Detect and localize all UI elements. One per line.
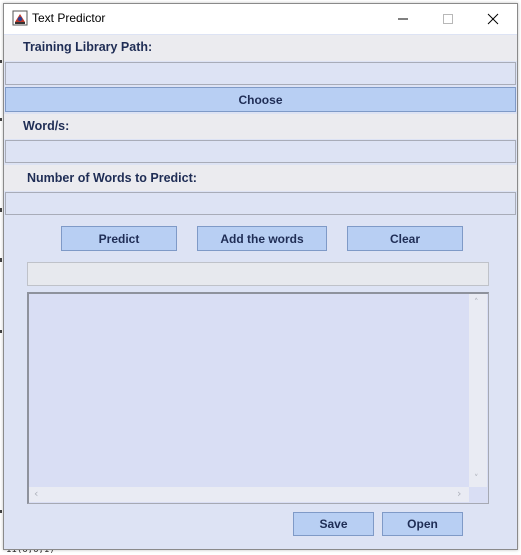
title-bar[interactable]: Text Predictor	[4, 4, 517, 34]
library-path-label: Training Library Path:	[23, 40, 153, 54]
maximize-icon	[443, 14, 453, 24]
close-icon	[487, 13, 499, 25]
minimize-icon	[398, 18, 408, 20]
save-button[interactable]: Save	[293, 512, 374, 536]
words-field[interactable]	[5, 140, 516, 163]
word-count-label: Number of Words to Predict:	[27, 171, 197, 185]
minimize-button[interactable]	[380, 4, 426, 34]
scroll-up-icon[interactable]: ˄	[474, 298, 479, 308]
words-label-strip	[4, 114, 517, 139]
library-path-field[interactable]	[5, 62, 516, 85]
output-text-content	[31, 296, 467, 486]
horizontal-scrollbar[interactable]: ‹ ›	[29, 487, 469, 502]
background-window-edge	[0, 208, 2, 212]
add-words-button[interactable]: Add the words	[197, 226, 327, 251]
app-icon	[12, 10, 28, 26]
background-window-edge	[0, 330, 2, 333]
scroll-down-icon[interactable]: ˅	[474, 474, 479, 484]
maximize-button[interactable]	[425, 4, 471, 34]
window-title: Text Predictor	[32, 11, 106, 25]
output-text-area[interactable]: ˄ ˅ ‹ ›	[27, 292, 489, 504]
word-count-field[interactable]	[5, 192, 516, 215]
choose-button[interactable]: Choose	[5, 87, 516, 112]
predict-button[interactable]: Predict	[61, 226, 177, 251]
scroll-right-icon[interactable]: ›	[457, 488, 461, 499]
vertical-scrollbar[interactable]: ˄ ˅	[469, 294, 487, 487]
words-label: Word/s:	[23, 119, 70, 133]
background-window-edge	[0, 258, 2, 262]
close-button[interactable]	[470, 4, 516, 34]
text-predictor-window: Text Predictor Training Library Path: Ch…	[3, 3, 518, 550]
clear-button[interactable]: Clear	[347, 226, 463, 251]
scroll-left-icon[interactable]: ‹	[34, 488, 38, 499]
open-button[interactable]: Open	[382, 512, 463, 536]
background-window-edge	[0, 118, 2, 121]
background-window-edge	[0, 510, 2, 513]
background-window-edge	[0, 60, 2, 63]
result-field[interactable]	[27, 262, 489, 286]
